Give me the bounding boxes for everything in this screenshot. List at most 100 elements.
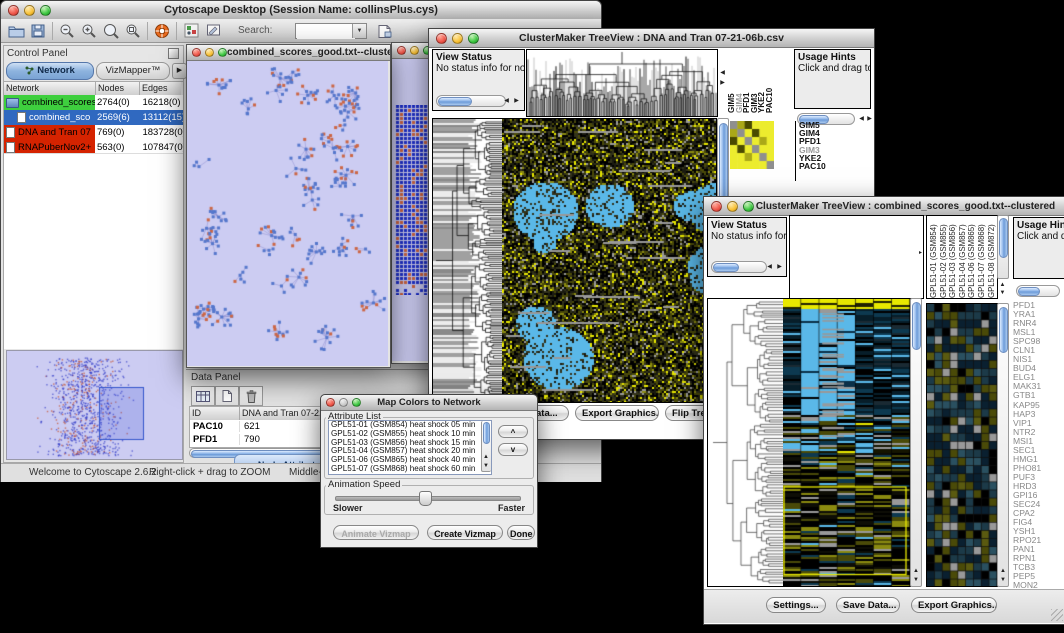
treeview-dna-titlebar[interactable]: ClusterMaker TreeView : DNA and Tran 07-… xyxy=(429,29,874,48)
column-header-edges[interactable]: Edges xyxy=(140,82,181,95)
scroll-down-icon[interactable]: ▼ xyxy=(999,576,1008,585)
close-button[interactable] xyxy=(711,201,722,212)
network-tree-row[interactable]: DNA and Tran 07 769(0) 183728(0) xyxy=(4,125,183,140)
tab-vizmapper[interactable]: VizMapper™ xyxy=(96,62,170,80)
attribute-list-item[interactable]: GPL51-03 (GSM856) heat shock 15 min xyxy=(331,439,491,448)
attribute-list-item[interactable]: GPL51-06 (GSM865) heat shock 40 min xyxy=(331,456,491,465)
scroll-down-icon[interactable]: ▼ xyxy=(912,576,921,585)
selected-cluster-matrix[interactable] xyxy=(730,121,774,169)
treeview-combined-titlebar[interactable]: ClusterMaker TreeView : combined_scores_… xyxy=(704,197,1064,216)
row-dendrogram[interactable] xyxy=(432,118,504,403)
zoom-vscrollbar[interactable]: ▲ ▼ xyxy=(997,303,1009,587)
search-input[interactable] xyxy=(297,25,355,39)
gene-label[interactable]: MON2 xyxy=(1013,581,1063,589)
zoom-out-button[interactable] xyxy=(56,21,78,41)
scroll-up-icon[interactable]: ▲ xyxy=(482,453,490,462)
column-label[interactable]: PFD1 xyxy=(743,51,751,113)
scroll-right-icon[interactable]: ▶ xyxy=(512,97,521,106)
zoom-button[interactable] xyxy=(40,5,51,16)
attribute-list-item[interactable]: GPL51-01 (GSM854) heat shock 05 min xyxy=(331,421,491,430)
column-label[interactable]: PAC10 xyxy=(766,51,774,113)
network-tree-row[interactable]: combined_sco 2569(6) 13112(15) xyxy=(4,110,183,125)
attribute-list-vscrollbar[interactable]: ▲ ▼ xyxy=(481,421,491,472)
save-image-button[interactable] xyxy=(373,21,395,41)
column-label[interactable]: GPL51-02 (GSM855) xyxy=(939,216,949,298)
column-labels-vscrollbar[interactable] xyxy=(997,215,1009,279)
scroll-down-icon[interactable]: ▼ xyxy=(998,289,1007,298)
node-context-button[interactable] xyxy=(180,21,202,41)
scroll-left-icon[interactable]: ◀ xyxy=(765,263,774,272)
expand-arrow-icon[interactable]: ▸ xyxy=(916,249,925,258)
heatmap-vscrollbar[interactable]: ▲ ▼ xyxy=(910,298,922,587)
scroll-right-icon[interactable]: ▶ xyxy=(865,115,874,124)
dendro-scroll-right-icon[interactable]: ▶ xyxy=(718,79,727,88)
scroll-down-icon[interactable]: ▼ xyxy=(482,462,490,471)
done-button[interactable]: Done xyxy=(507,525,535,540)
network-view-canvas-1[interactable] xyxy=(187,61,388,366)
scrollbar-thumb[interactable] xyxy=(1018,287,1040,296)
column-label[interactable]: GPL51-03 (GSM856) xyxy=(948,216,958,298)
scroll-up-icon[interactable]: ▲ xyxy=(999,567,1008,576)
column-label[interactable]: GIM5 xyxy=(728,51,736,113)
resize-grip[interactable] xyxy=(1051,609,1063,621)
settings-button[interactable]: Settings... xyxy=(766,597,826,613)
close-button[interactable] xyxy=(397,46,406,55)
row-dendrogram[interactable] xyxy=(707,298,785,587)
minimize-button[interactable] xyxy=(452,33,463,44)
attribute-list-item[interactable]: GPL51-02 (GSM855) heat shock 10 min xyxy=(331,430,491,439)
dna-heatmap[interactable] xyxy=(502,118,717,403)
scroll-up-icon[interactable]: ▲ xyxy=(912,567,921,576)
view-status-hscrollbar[interactable] xyxy=(711,261,767,273)
column-label[interactable]: GPL51-08 (GSM872) xyxy=(987,216,997,298)
attribute-list-item[interactable]: GPL51-04 (GSM857) heat shock 20 min xyxy=(331,447,491,456)
scrollbar-thumb[interactable] xyxy=(483,422,490,444)
zoom-button[interactable] xyxy=(352,398,361,407)
open-session-button[interactable] xyxy=(5,21,27,41)
float-panel-icon[interactable] xyxy=(168,48,179,59)
zoom-selected-button[interactable] xyxy=(122,21,144,41)
new-attribute-button[interactable] xyxy=(215,386,239,406)
scroll-right-icon[interactable]: ▶ xyxy=(775,263,784,272)
save-session-button[interactable] xyxy=(27,21,49,41)
column-dendrogram[interactable] xyxy=(526,49,718,117)
zoom-heatmap[interactable] xyxy=(926,303,998,587)
attr-col-id[interactable]: ID xyxy=(190,407,240,420)
export-graphics-button[interactable]: Export Graphics... xyxy=(911,597,997,613)
zoom-button[interactable] xyxy=(218,48,227,57)
search-combobox[interactable]: ▼ xyxy=(295,23,367,39)
column-label[interactable]: YKE2 xyxy=(758,51,766,113)
zoom-in-button[interactable] xyxy=(78,21,100,41)
column-dendrogram-area[interactable] xyxy=(789,215,924,299)
birdseye-overview[interactable] xyxy=(6,350,183,460)
minimize-button[interactable] xyxy=(727,201,738,212)
scroll-left-icon[interactable]: ◀ xyxy=(502,97,511,106)
minimize-button[interactable] xyxy=(205,48,214,57)
map-dialog-titlebar[interactable]: Map Colors to Network xyxy=(321,395,537,411)
minimize-button[interactable] xyxy=(24,5,35,16)
usage-hints-hscrollbar[interactable] xyxy=(1016,285,1060,297)
view-status-hscrollbar[interactable] xyxy=(436,95,506,107)
create-vizmap-button[interactable]: Create Vizmap xyxy=(427,525,503,540)
scrollbar-thumb[interactable] xyxy=(713,263,739,272)
column-label[interactable]: GPL51-07 (GSM868) xyxy=(977,216,987,298)
dendro-scroll-left-icon[interactable]: ◀ xyxy=(718,69,727,78)
main-titlebar[interactable]: Cytoscape Desktop (Session Name: collins… xyxy=(1,1,601,20)
tab-network[interactable]: Network xyxy=(6,62,94,80)
network-window-1-titlebar[interactable]: combined_scores_good.txt--cluste... xyxy=(187,45,390,61)
close-button[interactable] xyxy=(192,48,201,57)
combined-heatmap[interactable] xyxy=(783,298,911,587)
minimize-button[interactable] xyxy=(339,398,348,407)
dropdown-arrow-icon[interactable]: ▼ xyxy=(352,24,366,38)
animation-slider-handle[interactable] xyxy=(419,491,432,506)
annotation-button[interactable] xyxy=(202,21,224,41)
network-view-canvas-2[interactable] xyxy=(395,105,431,295)
close-button[interactable] xyxy=(326,398,335,407)
scrollbar-thumb[interactable] xyxy=(999,307,1008,353)
delete-attribute-button[interactable] xyxy=(239,386,263,406)
row-label[interactable]: PAC10 xyxy=(799,162,859,170)
zoom-fit-button[interactable] xyxy=(100,21,122,41)
move-up-button[interactable]: ^ xyxy=(498,425,528,438)
move-down-button[interactable]: v xyxy=(498,443,528,456)
animate-vizmap-button[interactable]: Animate Vizmap xyxy=(333,525,419,540)
zoom-button[interactable] xyxy=(468,33,479,44)
